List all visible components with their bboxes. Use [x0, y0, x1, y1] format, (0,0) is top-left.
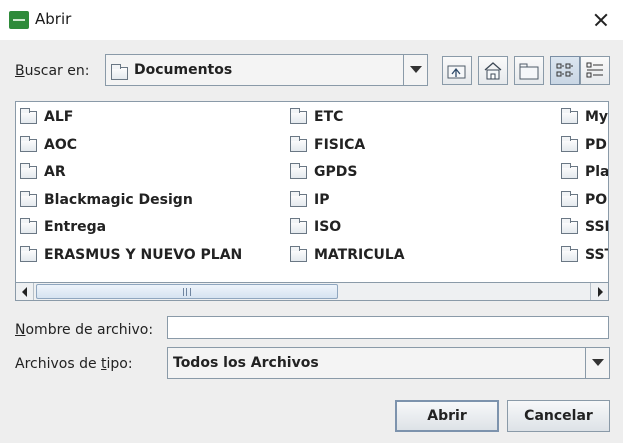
look-in-value: Documentos [134, 62, 233, 78]
folder-icon [561, 218, 578, 234]
folder-icon [561, 136, 578, 152]
up-one-level-button[interactable] [442, 56, 472, 85]
folder-icon [290, 246, 307, 262]
filename-input[interactable] [167, 316, 609, 339]
new-folder-icon [519, 63, 539, 80]
filetype-label: Archivos de tipo: [15, 356, 133, 372]
folder-icon [290, 108, 307, 124]
horizontal-scrollbar[interactable] [15, 282, 609, 301]
look-in-label: Buscar en: [15, 63, 90, 79]
list-view-button[interactable] [550, 56, 580, 85]
filename-label: Nombre de archivo: [15, 322, 154, 338]
file-chooser-dialog: Buscar en: Documentos ALF AOC AR Blackma… [0, 40, 623, 443]
filetype-value: Todos los Archivos [173, 355, 319, 371]
chevron-down-icon[interactable] [585, 348, 609, 378]
grip-icon [183, 288, 191, 296]
details-view-icon [586, 62, 603, 78]
new-folder-button[interactable] [514, 56, 544, 85]
details-view-button[interactable] [580, 56, 610, 85]
scroll-right-arrow-icon[interactable] [590, 283, 608, 300]
folder-icon [290, 136, 307, 152]
folder-icon [561, 191, 578, 207]
up-one-level-icon [447, 65, 466, 79]
folder-icon [561, 108, 578, 124]
home-icon [484, 62, 502, 80]
open-button[interactable]: Abrir [395, 400, 499, 432]
filetype-combo[interactable]: Todos los Archivos [167, 347, 610, 379]
folder-icon [20, 136, 37, 152]
scrollbar-thumb[interactable] [36, 284, 338, 299]
scroll-left-arrow-icon[interactable] [16, 283, 34, 300]
folder-icon [20, 108, 37, 124]
folder-icon [20, 163, 37, 179]
home-button[interactable] [478, 56, 508, 85]
folder-icon [290, 191, 307, 207]
folder-icon [290, 218, 307, 234]
folder-icon [561, 163, 578, 179]
title-bar: Abrir [0, 0, 623, 40]
close-icon[interactable] [587, 6, 615, 34]
chevron-down-icon[interactable] [403, 55, 427, 85]
window-title: Abrir [35, 10, 72, 28]
file-list[interactable]: ALF AOC AR Blackmagic Design Entrega ERA… [15, 101, 609, 300]
java-app-icon [9, 11, 29, 29]
folder-icon [20, 218, 37, 234]
list-view-icon [556, 63, 573, 77]
cancel-button[interactable]: Cancelar [507, 400, 610, 432]
folder-icon [111, 64, 128, 80]
look-in-combo[interactable]: Documentos [105, 54, 428, 86]
folder-icon [20, 191, 37, 207]
folder-icon [290, 163, 307, 179]
folder-icon [20, 246, 37, 262]
folder-icon [561, 246, 578, 262]
